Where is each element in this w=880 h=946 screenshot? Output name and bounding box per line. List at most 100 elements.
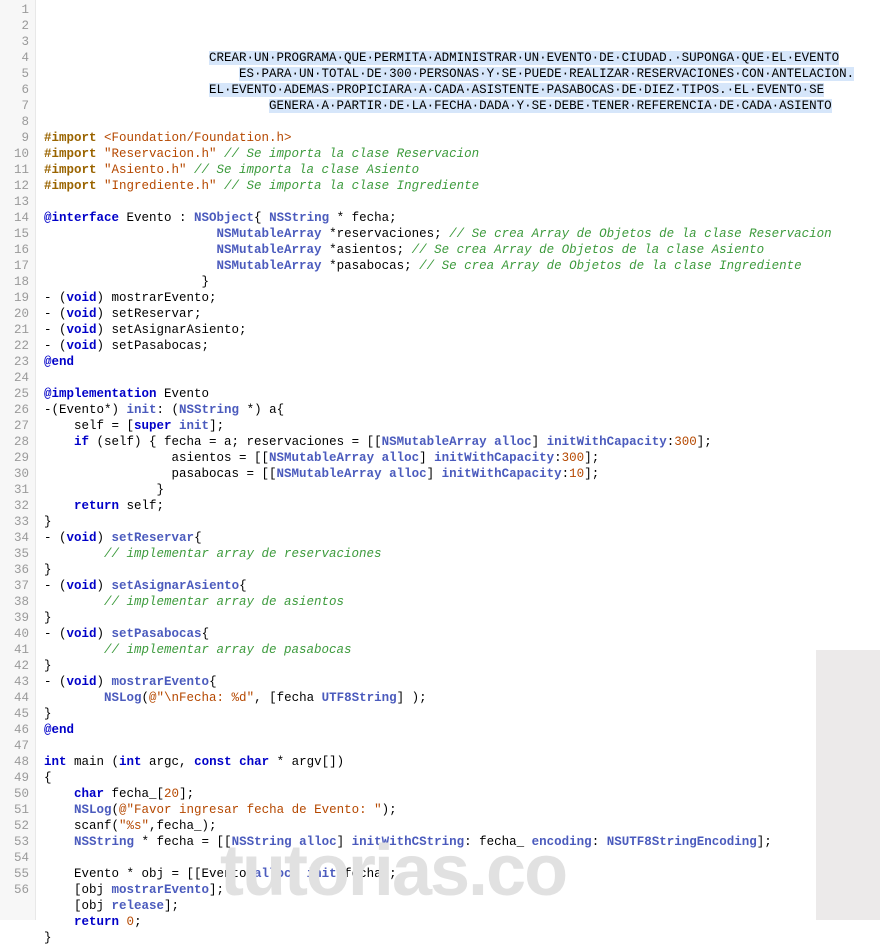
code-line[interactable]: #import "Reservacion.h" // Se importa la… <box>44 146 880 162</box>
line-number[interactable]: 27 <box>2 418 29 434</box>
code-line[interactable] <box>44 194 880 210</box>
code-line[interactable]: - (void) setPasabocas; <box>44 338 880 354</box>
code-line[interactable]: // implementar array de reservaciones <box>44 546 880 562</box>
line-number[interactable]: 42 <box>2 658 29 674</box>
code-line[interactable]: @implementation Evento <box>44 386 880 402</box>
code-line[interactable]: @end <box>44 722 880 738</box>
line-number[interactable]: 9 <box>2 130 29 146</box>
line-number-gutter[interactable]: 1234567891011121314151617181920212223242… <box>0 0 36 920</box>
line-number[interactable]: 52 <box>2 818 29 834</box>
code-line[interactable]: - (void) setPasabocas{ <box>44 626 880 642</box>
code-line[interactable]: EL·EVENTO·ADEMAS·PROPICIARA·A·CADA·ASIST… <box>44 82 880 98</box>
line-number[interactable]: 3 <box>2 34 29 50</box>
code-line[interactable]: #import "Asiento.h" // Se importa la cla… <box>44 162 880 178</box>
line-number[interactable]: 11 <box>2 162 29 178</box>
code-line[interactable]: } <box>44 610 880 626</box>
code-line[interactable] <box>44 850 880 866</box>
line-number[interactable]: 23 <box>2 354 29 370</box>
code-line[interactable]: // implementar array de asientos <box>44 594 880 610</box>
code-line[interactable]: @end <box>44 354 880 370</box>
code-line[interactable]: [obj release]; <box>44 898 880 914</box>
line-number[interactable]: 37 <box>2 578 29 594</box>
code-line[interactable]: - (void) mostrarEvento; <box>44 290 880 306</box>
line-number[interactable]: 29 <box>2 450 29 466</box>
line-number[interactable]: 54 <box>2 850 29 866</box>
code-line[interactable]: NSLog(@"\nFecha: %d", [fecha UTF8String]… <box>44 690 880 706</box>
line-number[interactable]: 46 <box>2 722 29 738</box>
code-line[interactable]: - (void) mostrarEvento{ <box>44 674 880 690</box>
code-line[interactable]: CREAR·UN·PROGRAMA·QUE·PERMITA·ADMINISTRA… <box>44 50 880 66</box>
code-line[interactable]: @interface Evento : NSObject{ NSString *… <box>44 210 880 226</box>
code-line[interactable] <box>44 114 880 130</box>
line-number[interactable]: 10 <box>2 146 29 162</box>
code-line[interactable]: NSMutableArray *pasabocas; // Se crea Ar… <box>44 258 880 274</box>
line-number[interactable]: 20 <box>2 306 29 322</box>
code-line[interactable] <box>44 370 880 386</box>
code-line[interactable]: GENERA·A·PARTIR·DE·LA·FECHA·DADA·Y·SE·DE… <box>44 98 880 114</box>
code-line[interactable]: { <box>44 770 880 786</box>
line-number[interactable]: 50 <box>2 786 29 802</box>
line-number[interactable]: 4 <box>2 50 29 66</box>
line-number[interactable]: 45 <box>2 706 29 722</box>
code-line[interactable]: asientos = [[NSMutableArray alloc] initW… <box>44 450 880 466</box>
code-line[interactable]: if (self) { fecha = a; reservaciones = [… <box>44 434 880 450</box>
line-number[interactable]: 39 <box>2 610 29 626</box>
line-number[interactable]: 43 <box>2 674 29 690</box>
code-line[interactable]: } <box>44 930 880 946</box>
code-line[interactable] <box>44 738 880 754</box>
line-number[interactable]: 35 <box>2 546 29 562</box>
code-line[interactable]: ES·PARA·UN·TOTAL·DE·300·PERSONAS·Y·SE·PU… <box>44 66 880 82</box>
code-line[interactable]: } <box>44 514 880 530</box>
code-line[interactable]: -(Evento*) init: (NSString *) a{ <box>44 402 880 418</box>
code-line[interactable]: NSLog(@"Favor ingresar fecha de Evento: … <box>44 802 880 818</box>
code-line[interactable]: } <box>44 658 880 674</box>
line-number[interactable]: 32 <box>2 498 29 514</box>
line-number[interactable]: 17 <box>2 258 29 274</box>
line-number[interactable]: 41 <box>2 642 29 658</box>
line-number[interactable]: 19 <box>2 290 29 306</box>
line-number[interactable]: 40 <box>2 626 29 642</box>
line-number[interactable]: 14 <box>2 210 29 226</box>
code-line[interactable]: NSMutableArray *reservaciones; // Se cre… <box>44 226 880 242</box>
line-number[interactable]: 21 <box>2 322 29 338</box>
code-line[interactable]: Evento * obj = [[Evento alloc] init:fech… <box>44 866 880 882</box>
code-line[interactable]: } <box>44 482 880 498</box>
line-number[interactable]: 8 <box>2 114 29 130</box>
line-number[interactable]: 48 <box>2 754 29 770</box>
line-number[interactable]: 56 <box>2 882 29 898</box>
code-line[interactable]: } <box>44 274 880 290</box>
line-number[interactable]: 22 <box>2 338 29 354</box>
line-number[interactable]: 7 <box>2 98 29 114</box>
code-line[interactable]: char fecha_[20]; <box>44 786 880 802</box>
line-number[interactable]: 13 <box>2 194 29 210</box>
line-number[interactable]: 33 <box>2 514 29 530</box>
line-number[interactable]: 15 <box>2 226 29 242</box>
code-line[interactable]: #import "Ingrediente.h" // Se importa la… <box>44 178 880 194</box>
code-line[interactable]: pasabocas = [[NSMutableArray alloc] init… <box>44 466 880 482</box>
line-number[interactable]: 12 <box>2 178 29 194</box>
code-line[interactable]: - (void) setAsignarAsiento; <box>44 322 880 338</box>
code-line[interactable]: - (void) setAsignarAsiento{ <box>44 578 880 594</box>
code-line[interactable]: [obj mostrarEvento]; <box>44 882 880 898</box>
code-line[interactable]: NSString * fecha = [[NSString alloc] ini… <box>44 834 880 850</box>
line-number[interactable]: 5 <box>2 66 29 82</box>
code-line[interactable]: - (void) setReservar; <box>44 306 880 322</box>
code-line[interactable]: NSMutableArray *asientos; // Se crea Arr… <box>44 242 880 258</box>
code-line[interactable]: #import <Foundation/Foundation.h> <box>44 130 880 146</box>
line-number[interactable]: 26 <box>2 402 29 418</box>
code-line[interactable]: return self; <box>44 498 880 514</box>
code-area[interactable]: CREAR·UN·PROGRAMA·QUE·PERMITA·ADMINISTRA… <box>36 0 880 920</box>
code-line[interactable]: } <box>44 562 880 578</box>
line-number[interactable]: 34 <box>2 530 29 546</box>
code-line[interactable]: self = [super init]; <box>44 418 880 434</box>
line-number[interactable]: 49 <box>2 770 29 786</box>
line-number[interactable]: 30 <box>2 466 29 482</box>
line-number[interactable]: 31 <box>2 482 29 498</box>
line-number[interactable]: 25 <box>2 386 29 402</box>
line-number[interactable]: 2 <box>2 18 29 34</box>
line-number[interactable]: 53 <box>2 834 29 850</box>
line-number[interactable]: 6 <box>2 82 29 98</box>
code-line[interactable]: scanf("%s",fecha_); <box>44 818 880 834</box>
line-number[interactable]: 1 <box>2 2 29 18</box>
line-number[interactable]: 55 <box>2 866 29 882</box>
